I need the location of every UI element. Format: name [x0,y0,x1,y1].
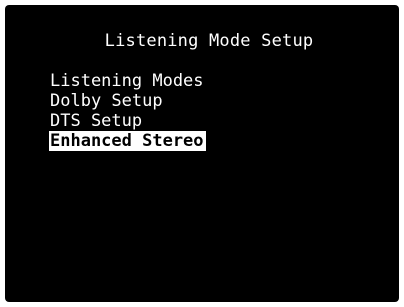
menu-item-dts-setup[interactable]: DTS Setup [49,111,206,131]
setup-menu: Listening Modes Dolby Setup DTS Setup En… [49,71,206,151]
menu-item-label: Dolby Setup [50,91,163,111]
menu-item-dolby-setup[interactable]: Dolby Setup [49,91,206,111]
menu-item-listening-modes[interactable]: Listening Modes [49,71,206,91]
menu-item-label: Enhanced Stereo [49,131,206,151]
menu-item-label: DTS Setup [50,111,143,131]
menu-item-label: Listening Modes [50,71,204,91]
menu-item-enhanced-stereo[interactable]: Enhanced Stereo [49,131,206,151]
osd-screen: Listening Mode Setup Listening Modes Dol… [5,5,399,302]
page-title: Listening Mode Setup [104,31,314,51]
